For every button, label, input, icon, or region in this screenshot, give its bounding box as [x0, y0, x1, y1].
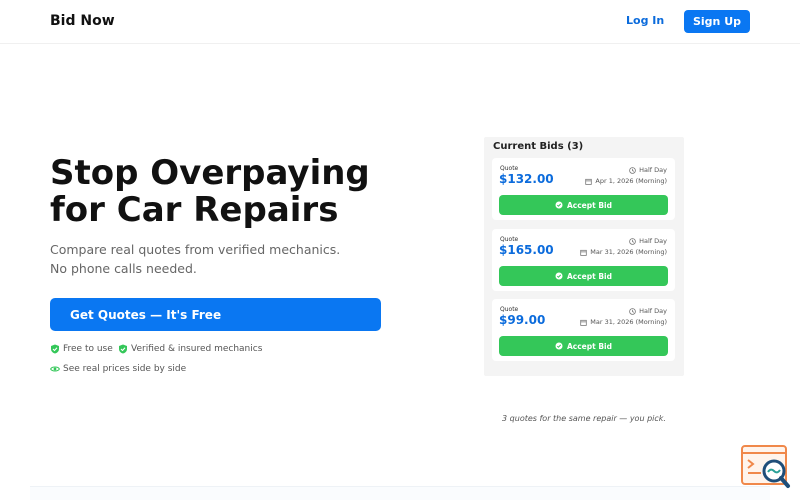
current-bids-panel: Current Bids (3) Quote $132.00 Half Day …	[484, 137, 684, 376]
check-circle-icon	[555, 201, 563, 209]
accept-bid-label: Accept Bid	[566, 271, 612, 281]
footer-divider	[30, 486, 770, 500]
check-circle-icon	[555, 272, 563, 280]
clock-icon	[629, 166, 636, 174]
bids-caption: 3 quotes for the same repair — you pick.	[502, 414, 666, 423]
bid-date-label: Mar 31, 2026 (Morning)	[590, 248, 667, 256]
bid-card: Quote $99.00 Half Day Mar 31, 2026 (Morn…	[492, 299, 675, 361]
quote-label: Quote	[500, 165, 519, 172]
hero-title-line2: for Car Repairs	[50, 190, 339, 230]
get-quotes-button[interactable]: Get Quotes — It's Free	[50, 298, 381, 331]
bid-duration-label: Half Day	[639, 307, 667, 315]
clock-icon	[629, 307, 636, 315]
accept-bid-label: Accept Bid	[566, 341, 612, 351]
login-link[interactable]: Log In	[626, 14, 664, 27]
bid-card: Quote $132.00 Half Day Apr 1, 2026 (Morn…	[492, 158, 675, 220]
brand-logo[interactable]: Bid Now	[50, 13, 115, 29]
search-console-icon	[741, 445, 790, 488]
bid-price: $132.00	[499, 172, 554, 186]
hero-title-line1: Stop Overpaying	[50, 153, 370, 193]
quote-label: Quote	[500, 236, 519, 243]
feature-verified-label: Verified & insured mechanics	[131, 344, 263, 354]
bid-date: Apr 1, 2026 (Morning)	[585, 177, 667, 185]
bid-price: $99.00	[499, 313, 546, 327]
accept-bid-button[interactable]: Accept Bid	[499, 266, 668, 286]
bid-card: Quote $165.00 Half Day Mar 31, 2026 (Mor…	[492, 229, 675, 291]
hero-subtitle: Compare real quotes from verified mechan…	[50, 242, 341, 276]
feature-free-label: Free to use	[63, 344, 113, 354]
clock-icon	[629, 237, 636, 245]
accept-bid-button[interactable]: Accept Bid	[499, 195, 668, 215]
calendar-icon	[580, 249, 587, 256]
bid-duration-label: Half Day	[639, 237, 667, 245]
check-shield-icon	[51, 344, 59, 354]
hero-title: Stop Overpaying for Car Repairs	[50, 155, 410, 229]
bid-date-label: Apr 1, 2026 (Morning)	[595, 177, 667, 185]
bid-date: Mar 31, 2026 (Morning)	[580, 318, 667, 326]
help-widget[interactable]	[741, 444, 791, 490]
feature-free: Free to use	[50, 344, 113, 354]
calendar-icon	[585, 178, 593, 185]
bid-price: $165.00	[499, 243, 554, 257]
check-circle-icon	[555, 342, 563, 350]
quote-label: Quote	[500, 306, 519, 313]
bid-date: Mar 31, 2026 (Morning)	[580, 248, 667, 256]
bid-duration: Half Day	[629, 307, 667, 315]
feature-compare-label: See real prices side by side	[63, 364, 187, 374]
site-header: Bid Now Log In Sign Up	[0, 0, 800, 44]
signup-button[interactable]: Sign Up	[684, 10, 750, 33]
feature-verified: Verified & insured mechanics	[118, 344, 262, 354]
bid-duration: Half Day	[629, 237, 667, 245]
accept-bid-label: Accept Bid	[566, 200, 612, 210]
feature-compare: See real prices side by side	[50, 364, 186, 374]
bid-duration-label: Half Day	[639, 166, 667, 174]
bid-duration: Half Day	[629, 166, 667, 174]
check-shield-icon	[119, 344, 127, 354]
eye-icon	[50, 366, 60, 372]
calendar-icon	[580, 319, 587, 326]
bids-panel-title: Current Bids (3)	[493, 141, 584, 152]
accept-bid-button[interactable]: Accept Bid	[499, 336, 668, 356]
bid-date-label: Mar 31, 2026 (Morning)	[590, 318, 667, 326]
